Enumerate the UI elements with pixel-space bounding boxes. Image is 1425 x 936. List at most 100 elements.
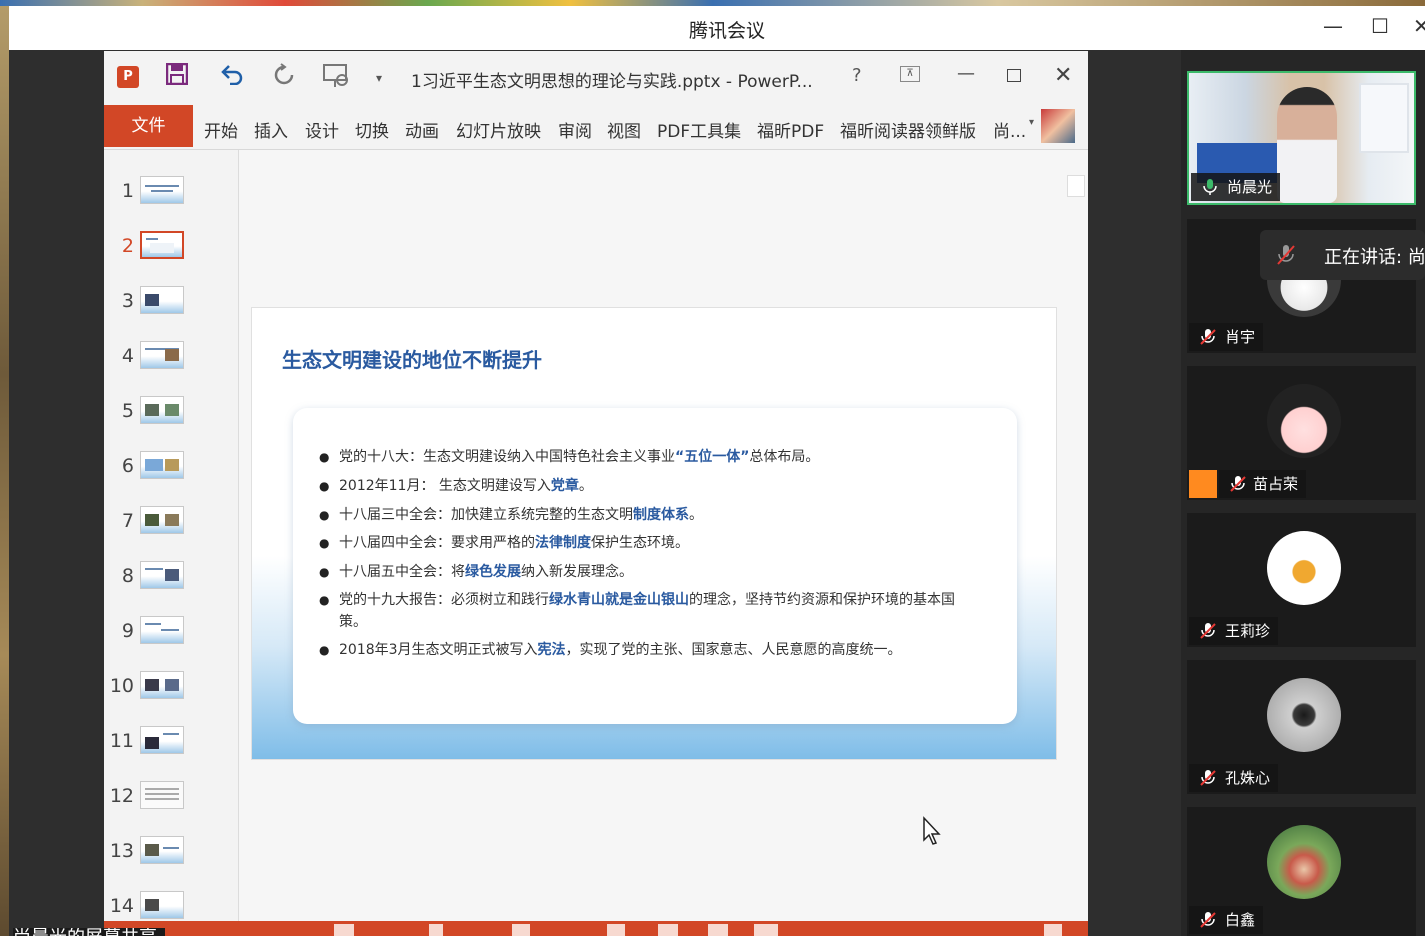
tab-slideshow[interactable]: 幻灯片放映 bbox=[456, 117, 541, 142]
tab-review[interactable]: 审阅 bbox=[558, 117, 592, 142]
thumbnail-number: 13 bbox=[109, 840, 134, 862]
thumbnail-item[interactable]: 10 bbox=[104, 665, 238, 715]
ppt-status-bar bbox=[104, 921, 1088, 936]
help-button[interactable]: ? bbox=[852, 65, 862, 86]
participant-name: 肖宇 bbox=[1225, 328, 1256, 346]
thumbnail-item[interactable]: 3 bbox=[104, 280, 238, 330]
thumbnail-item[interactable]: 13 bbox=[104, 830, 238, 880]
thumbnail-number: 9 bbox=[121, 620, 134, 642]
sorter-view-icon[interactable] bbox=[658, 924, 678, 936]
tab-insert[interactable]: 插入 bbox=[254, 117, 288, 142]
ppt-maximize-button[interactable] bbox=[1007, 69, 1021, 82]
reading-view-icon[interactable] bbox=[708, 924, 728, 936]
participant-name: 王莉珍 bbox=[1225, 622, 1271, 640]
thumbnail-item[interactable]: 4 bbox=[104, 335, 238, 385]
thumbnail-item[interactable]: 11 bbox=[104, 720, 238, 770]
slide-thumbnail-pane: 1 2 3 4 5 6 7 8 9 10 11 12 13 14 bbox=[104, 150, 238, 921]
microphone-icon bbox=[1203, 179, 1217, 195]
thumbnail-number: 3 bbox=[121, 290, 134, 312]
tab-home[interactable]: 开始 bbox=[204, 117, 238, 142]
ppt-close-button[interactable]: ✕ bbox=[1054, 63, 1072, 88]
bullet-item: 十八届三中全会：加快建立系统完整的生态文明制度体系。 bbox=[319, 504, 979, 526]
current-slide[interactable]: 生态文明建设的地位不断提升 党的十八大：生态文明建设纳入中国特色社会主义事业“五… bbox=[251, 307, 1057, 760]
muted-microphone-icon bbox=[1200, 770, 1216, 786]
participant-name-label: 尚晨光 bbox=[1191, 173, 1281, 201]
ribbon-display-options-button[interactable]: ⊼ bbox=[900, 66, 920, 82]
thumbnail-image bbox=[140, 451, 184, 479]
participant-tile[interactable]: 尚晨光 bbox=[1187, 71, 1416, 205]
thumbnail-number: 6 bbox=[121, 455, 134, 477]
tab-view[interactable]: 视图 bbox=[607, 117, 641, 142]
thumbnail-image bbox=[140, 726, 184, 754]
thumbnail-item[interactable]: 8 bbox=[104, 555, 238, 605]
tab-foxit-reader[interactable]: 福昕阅读器领鲜版 bbox=[840, 117, 976, 142]
chevron-down-icon[interactable]: ▾ bbox=[1029, 117, 1034, 128]
ppt-minimize-button[interactable]: — bbox=[957, 63, 975, 84]
participant-tile[interactable]: 白鑫 bbox=[1187, 807, 1416, 936]
participant-tile[interactable]: 苗占荣 bbox=[1187, 366, 1416, 500]
muted-microphone-icon bbox=[1200, 623, 1216, 639]
thumbnail-image bbox=[140, 506, 184, 534]
bullet-item: 十八届四中全会：要求用严格的法律制度保护生态环境。 bbox=[319, 532, 979, 554]
participant-name-label: 白鑫 bbox=[1189, 906, 1264, 934]
tab-animations[interactable]: 动画 bbox=[405, 117, 439, 142]
thumbnail-number: 2 bbox=[121, 235, 134, 257]
thumbnail-item[interactable]: 5 bbox=[104, 390, 238, 440]
repeat-icon[interactable] bbox=[272, 63, 296, 93]
thumbnail-number: 4 bbox=[121, 345, 134, 367]
avatar bbox=[1267, 825, 1341, 899]
muted-microphone-icon bbox=[1277, 245, 1295, 265]
participant-name: 苗占荣 bbox=[1253, 475, 1299, 493]
close-button[interactable]: ✕ bbox=[1413, 14, 1425, 38]
comments-icon[interactable] bbox=[429, 924, 443, 936]
thumbnail-item[interactable]: 7 bbox=[104, 500, 238, 550]
scrollbar-thumb[interactable] bbox=[1067, 175, 1085, 197]
thumbnail-item[interactable]: 1 bbox=[104, 170, 238, 220]
notes-icon[interactable] bbox=[334, 924, 354, 936]
thumbnail-number: 8 bbox=[121, 565, 134, 587]
slide-title: 生态文明建设的地位不断提升 bbox=[282, 348, 542, 372]
tab-file[interactable]: 文件 bbox=[104, 105, 193, 147]
slideshow-view-icon[interactable] bbox=[754, 924, 778, 936]
muted-microphone-icon bbox=[1200, 912, 1216, 928]
comments-icon[interactable] bbox=[512, 924, 530, 936]
slide-canvas: 生态文明建设的地位不断提升 党的十八大：生态文明建设纳入中国特色社会主义事业“五… bbox=[239, 150, 1088, 921]
participant-name-label: 王莉珍 bbox=[1189, 617, 1279, 645]
normal-view-icon[interactable] bbox=[607, 924, 625, 936]
save-icon[interactable] bbox=[165, 62, 189, 91]
tab-foxit-pdf[interactable]: 福昕PDF bbox=[757, 117, 824, 142]
thumbnail-number: 5 bbox=[121, 400, 134, 422]
customize-toolbar-icon[interactable]: ▾ bbox=[376, 71, 382, 85]
tab-transitions[interactable]: 切换 bbox=[355, 117, 389, 142]
thumbnail-item[interactable]: 6 bbox=[104, 445, 238, 495]
tab-pdf-tools[interactable]: PDF工具集 bbox=[657, 117, 741, 142]
thumbnail-image bbox=[140, 341, 184, 369]
thumbnail-number: 11 bbox=[109, 730, 134, 752]
bullet-item: 党的十九大报告：必须树立和践行绿水青山就是金山银山的理念，坚持节约资源和保护环境… bbox=[319, 589, 979, 633]
thumbnail-image bbox=[140, 836, 184, 864]
bullet-item: 十八届五中全会：将绿色发展纳入新发展理念。 bbox=[319, 561, 979, 583]
thumbnail-image bbox=[140, 231, 184, 259]
slideshow-icon[interactable] bbox=[322, 63, 350, 95]
avatar[interactable] bbox=[1041, 109, 1075, 143]
thumbnail-item[interactable]: 9 bbox=[104, 610, 238, 660]
fit-to-window-icon[interactable] bbox=[1044, 924, 1062, 936]
tab-user-more[interactable]: 尚... bbox=[993, 117, 1026, 142]
thumbnail-item[interactable]: 12 bbox=[104, 775, 238, 825]
maximize-button[interactable]: ☐ bbox=[1371, 14, 1389, 38]
participant-name: 孔姝心 bbox=[1225, 769, 1271, 787]
tab-design[interactable]: 设计 bbox=[305, 117, 339, 142]
undo-icon[interactable] bbox=[220, 63, 244, 91]
thumbnail-image bbox=[140, 891, 184, 919]
thumbnail-image bbox=[140, 396, 184, 424]
thumbnail-image bbox=[140, 616, 184, 644]
thumbnail-item[interactable]: 2 bbox=[104, 225, 238, 275]
thumbnail-number: 14 bbox=[109, 895, 134, 917]
minimize-button[interactable]: — bbox=[1323, 14, 1343, 38]
participant-tile[interactable]: 王莉珍 bbox=[1187, 513, 1416, 647]
powerpoint-logo-icon: P bbox=[117, 66, 139, 88]
participant-tile[interactable]: 孔姝心 bbox=[1187, 660, 1416, 794]
video-person bbox=[1277, 87, 1337, 203]
speaking-text: 正在讲话: 尚 bbox=[1324, 247, 1425, 268]
video-background bbox=[1359, 83, 1409, 153]
